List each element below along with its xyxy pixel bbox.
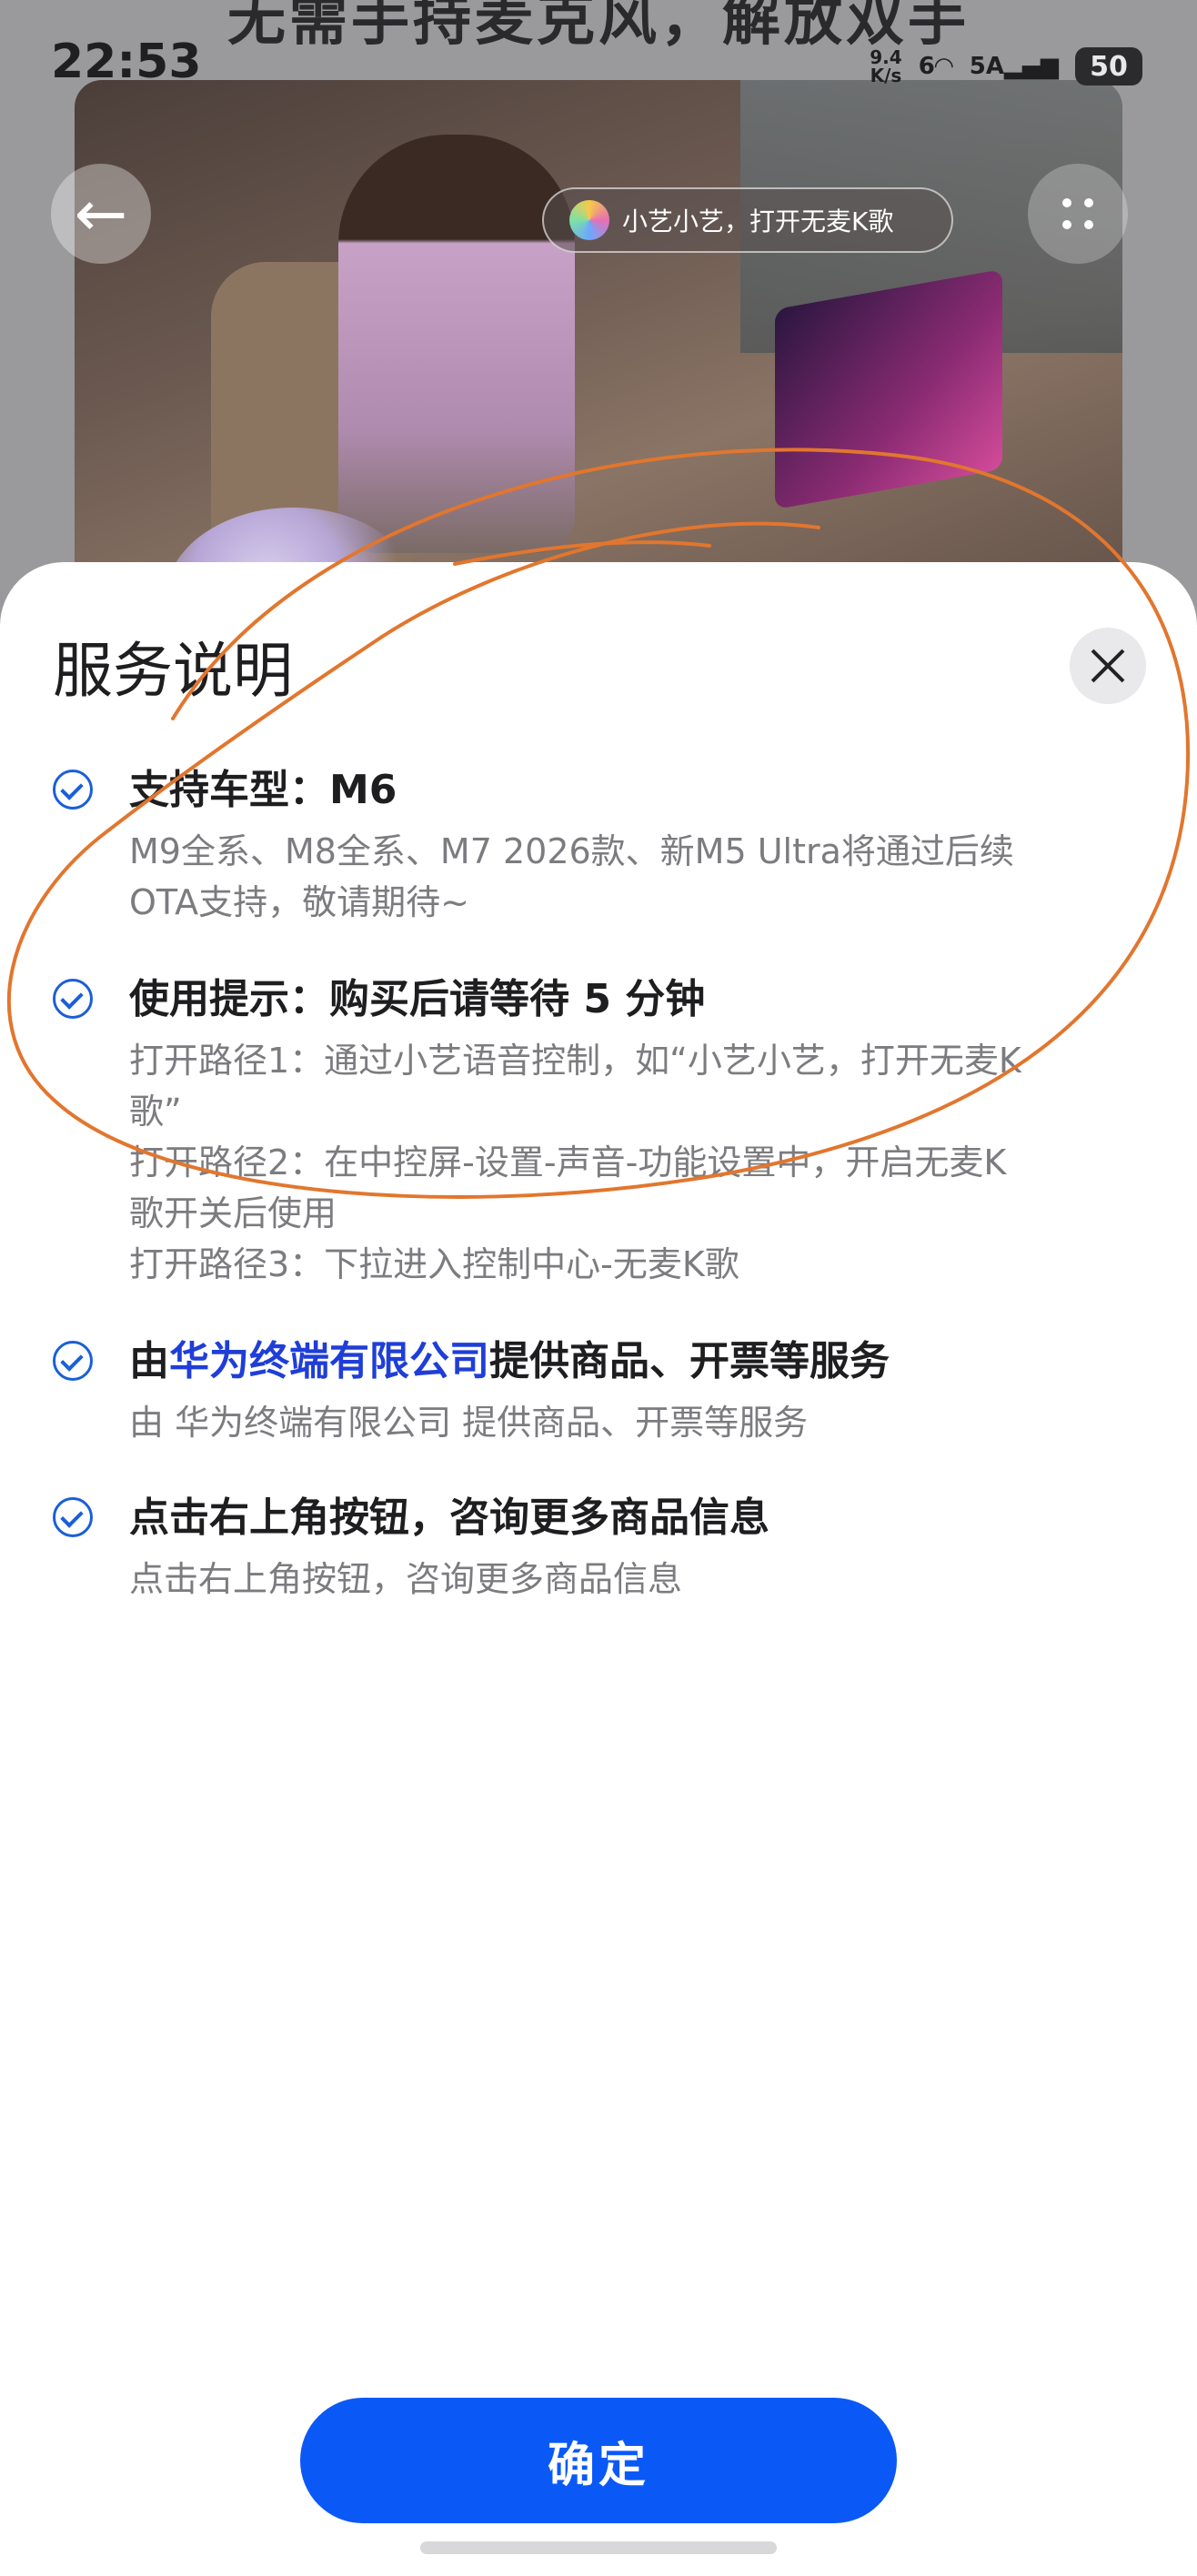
check-circle-icon <box>53 770 93 810</box>
item-title: 使用提示：购买后请等待 5 分钟 <box>129 976 706 1022</box>
provider-link[interactable]: 华为终端有限公司 <box>169 1338 489 1384</box>
more-dots-icon <box>1062 198 1093 229</box>
item-desc: 由 华为终端有限公司 提供商品、开票等服务 <box>129 1403 809 1443</box>
status-bar: 22:53 9.4 K/s 6◠ 5A▂▄▆ 50 <box>0 0 1197 136</box>
sheet-title: 服务说明 <box>53 636 293 706</box>
voice-prompt-pill: 小艺小艺，打开无麦K歌 <box>542 187 953 253</box>
item-desc: 打开路径1：通过小艺语音控制，如“小艺小艺，打开无麦K 歌” 打开路径2：在中控… <box>129 1041 1021 1284</box>
back-button[interactable]: ← <box>51 164 151 264</box>
check-circle-icon <box>53 1341 93 1381</box>
more-button[interactable] <box>1028 164 1128 264</box>
status-icons: 9.4 K/s 6◠ 5A▂▄▆ 50 <box>870 47 1142 86</box>
item-desc: 点击右上角按钮，咨询更多商品信息 <box>129 1559 683 1599</box>
item-title: 点击右上角按钮，咨询更多商品信息 <box>129 1494 770 1541</box>
voice-prompt-text: 小艺小艺，打开无麦K歌 <box>622 206 894 236</box>
status-time: 22:53 <box>51 35 202 89</box>
wifi-icon: 6◠ <box>918 53 953 80</box>
hero-image <box>75 80 1122 637</box>
net-speed: 9.4 K/s <box>870 46 902 86</box>
home-indicator[interactable] <box>420 2541 777 2554</box>
check-circle-icon <box>53 1497 93 1537</box>
check-circle-icon <box>53 979 93 1019</box>
xiaoyi-orb-icon <box>569 200 609 240</box>
back-arrow-icon: ← <box>74 176 128 251</box>
confirm-button[interactable]: 确定 <box>300 2398 897 2523</box>
car-display-image <box>775 268 1002 510</box>
signal-icon: 5A▂▄▆ <box>969 53 1059 80</box>
item-title: 支持车型：M6 <box>129 767 397 813</box>
close-icon[interactable] <box>1070 628 1146 704</box>
item-title: 由华为终端有限公司提供商品、开票等服务 <box>129 1338 890 1384</box>
item-desc: M9全系、M8全系、M7 2026款、新M5 Ultra将通过后续 OTA支持，… <box>129 831 1014 922</box>
service-info-sheet: 服务说明 支持车型：M6 M9全系、M8全系、M7 2026款、新M5 Ultr… <box>0 562 1197 2576</box>
battery-icon: 50 <box>1075 47 1142 86</box>
